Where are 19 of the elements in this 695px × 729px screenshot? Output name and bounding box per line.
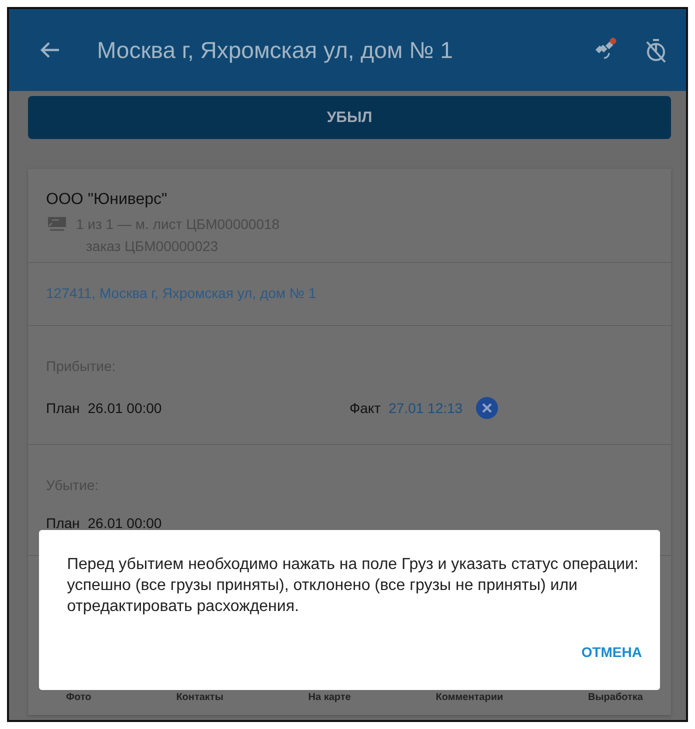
toolbar-button[interactable]: Фото	[66, 692, 92, 703]
dialog-message: Перед убытием необходимо нажать на поле Груз и указать статус операции: успешно (все грузы приняты), отклонено (все грузы не приняты) или отредактировать расхождения.	[67, 555, 640, 617]
plan-label: План	[46, 400, 80, 416]
fact-label: Факт	[350, 400, 381, 416]
window-title: Москва г, Яхромская ул, дом № 1	[97, 36, 453, 64]
toolbar-button[interactable]: Комментарии	[436, 692, 504, 703]
clear-icon[interactable]	[474, 396, 499, 420]
toolbar-button[interactable]: На карте	[308, 692, 351, 703]
company-name: ООО "Юниверс"	[46, 191, 168, 209]
departed-button[interactable]: УБЫЛ	[28, 96, 671, 139]
plan-time: 26.01 00:00	[88, 515, 162, 531]
plan-time: 26.01 00:00	[88, 400, 162, 416]
toolbar-button[interactable]: Контакты	[176, 692, 224, 703]
fact-time: 27.01 12:13	[388, 400, 463, 416]
cancel-button[interactable]: ОТМЕНА	[581, 644, 642, 660]
plan-label: План	[46, 515, 80, 531]
timer-off-icon[interactable]	[644, 37, 668, 63]
back-arrow-icon[interactable]	[39, 41, 61, 59]
toolbar-button[interactable]: Выработка	[588, 692, 643, 703]
